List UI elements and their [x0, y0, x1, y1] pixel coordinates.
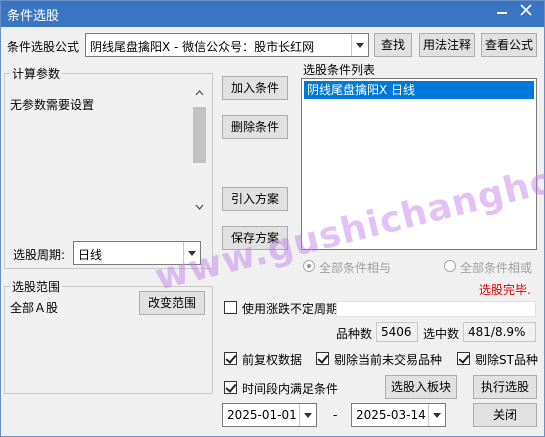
use-uncertain-period-checkbox[interactable] [224, 301, 237, 314]
params-text: 无参数需要设置 [10, 98, 95, 112]
uncertain-period-field[interactable] [336, 301, 536, 317]
exclude-st-checkbox[interactable] [457, 352, 470, 365]
change-range-button[interactable]: 改变范围 [139, 291, 205, 315]
all-and-label: 全部条件相与 [319, 261, 392, 275]
window-title: 条件选股 [7, 9, 60, 24]
params-group-title: 计算参数 [10, 65, 63, 82]
exclude-st-label: 剔除ST品种 [475, 353, 538, 367]
delete-condition-button[interactable]: 删除条件 [222, 115, 288, 139]
start-date-value: 2025-01-01 [227, 408, 297, 422]
scroll-down-icon[interactable] [194, 201, 205, 211]
scrollbar-thumb[interactable] [193, 107, 206, 163]
condition-list-title: 选股条件列表 [303, 63, 376, 77]
params-scrollbar[interactable] [192, 85, 207, 215]
add-condition-button[interactable]: 加入条件 [222, 76, 288, 100]
exclude-untraded-checkbox[interactable] [316, 352, 329, 365]
dialog-window: 条件选股 条件选股公式 阴线尾盘擒阳X - 微信公众号：股市长红网 查找 用法注… [0, 0, 545, 437]
usage-notes-button[interactable]: 用法注释 [419, 33, 475, 57]
chevron-down-icon[interactable] [428, 404, 445, 426]
condition-list[interactable]: 阴线尾盘擒阳X 日线 [301, 78, 537, 250]
count-label: 品种数 [336, 327, 373, 341]
find-button[interactable]: 查找 [374, 33, 412, 57]
chevron-down-icon[interactable] [299, 404, 316, 426]
use-uncertain-period-label: 使用涨跌不定周期 [242, 302, 339, 316]
all-and-radio[interactable] [303, 260, 315, 272]
end-date-value: 2025-03-14 [356, 408, 426, 422]
scroll-up-icon[interactable] [194, 87, 205, 97]
range-group-title: 选股范围 [10, 278, 63, 295]
time-range-checkbox[interactable] [224, 381, 237, 394]
all-or-radio[interactable] [444, 260, 456, 272]
status-text: 选股完毕. [479, 283, 531, 297]
time-range-label: 时间段内满足条件 [242, 382, 339, 396]
formula-select-value: 阴线尾盘擒阳X - 微信公众号：股市长红网 [90, 40, 315, 54]
all-or-label: 全部条件相或 [460, 261, 533, 275]
view-formula-button[interactable]: 查看公式 [481, 33, 537, 57]
formula-select[interactable]: 阴线尾盘擒阳X - 微信公众号：股市长红网 [85, 33, 369, 57]
forward-adjust-label: 前复权数据 [242, 353, 303, 367]
import-plan-button[interactable]: 引入方案 [222, 187, 288, 211]
chevron-down-icon[interactable] [351, 34, 368, 56]
period-select[interactable]: 日线 [73, 241, 201, 265]
chevron-down-icon[interactable] [183, 242, 200, 264]
period-select-value: 日线 [78, 248, 103, 262]
minimize-icon[interactable] [491, 1, 513, 25]
condition-list-item[interactable]: 阴线尾盘擒阳X 日线 [304, 81, 534, 99]
execute-button[interactable]: 执行选股 [473, 375, 537, 399]
close-button[interactable]: 关闭 [473, 403, 537, 427]
date-separator: - [333, 408, 338, 422]
title-bar[interactable]: 条件选股 [1, 1, 544, 27]
hit-label: 选中数 [423, 327, 460, 341]
end-date-picker[interactable]: 2025-03-14 [351, 403, 446, 427]
save-plan-button[interactable]: 保存方案 [222, 226, 288, 250]
to-block-button[interactable]: 选股入板块 [385, 375, 457, 399]
close-icon[interactable] [515, 1, 537, 25]
period-label: 选股周期: [13, 248, 66, 262]
formula-label: 条件选股公式 [7, 40, 80, 54]
range-value: 全部Ａ股 [10, 301, 59, 315]
hit-value: 481/8.9% [463, 322, 536, 342]
forward-adjust-checkbox[interactable] [224, 352, 237, 365]
count-value: 5406 [376, 322, 418, 342]
start-date-picker[interactable]: 2025-01-01 [222, 403, 317, 427]
exclude-untraded-label: 剔除当前未交易品种 [334, 353, 443, 367]
